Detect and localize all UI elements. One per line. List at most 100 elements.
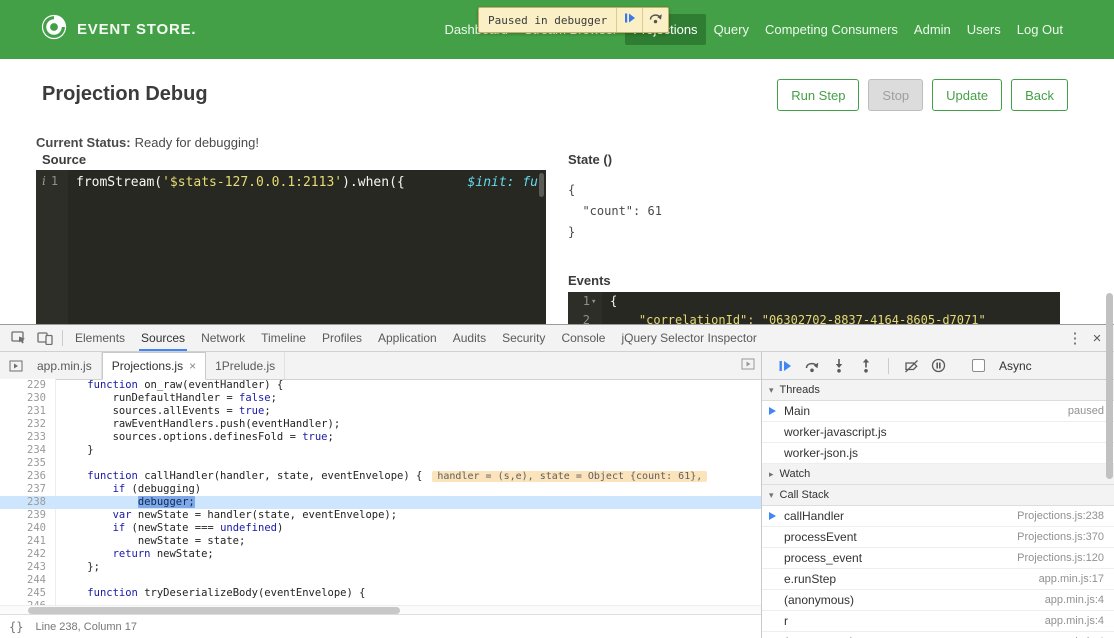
- step-into-button[interactable]: [830, 357, 848, 375]
- devtools-tab-application[interactable]: Application: [370, 325, 445, 351]
- deactivate-breakpoints-button[interactable]: [902, 357, 920, 375]
- file-tab-projections-js[interactable]: Projections.js×: [102, 352, 206, 380]
- code-line: 231 sources.allEvents = true;: [0, 405, 761, 418]
- devtools-tab-profiles[interactable]: Profiles: [314, 325, 370, 351]
- devtools-menu-icon[interactable]: ⋮: [1064, 329, 1086, 347]
- callstack-row-process-event[interactable]: process_eventProjections.js:120: [762, 548, 1114, 569]
- line-number[interactable]: 245: [0, 587, 56, 600]
- async-checkbox[interactable]: [972, 359, 985, 372]
- file-tab-1prelude-js[interactable]: 1Prelude.js: [206, 352, 285, 379]
- threads-pane-header[interactable]: ▾Threads: [762, 380, 1114, 401]
- source-code-area[interactable]: 229 function on_raw(eventHandler) {230 r…: [0, 379, 761, 615]
- inspect-element-icon[interactable]: [6, 327, 32, 349]
- preview-pane-icon[interactable]: [741, 358, 755, 373]
- paused-in-debugger-badge: Paused in debugger: [478, 7, 669, 33]
- resume-button[interactable]: [776, 357, 794, 375]
- nav-item-users[interactable]: Users: [959, 14, 1009, 45]
- line-number[interactable]: 231: [0, 405, 56, 418]
- state-section-label: State (): [568, 152, 612, 167]
- thread-row-worker-json-js[interactable]: worker-json.js: [762, 443, 1114, 464]
- thread-row-worker-javascript-js[interactable]: worker-javascript.js: [762, 422, 1114, 443]
- callstack-row-e-runstep[interactable]: e.runStepapp.min.js:17: [762, 569, 1114, 590]
- paused-statement: debugger;: [138, 496, 195, 508]
- devtools-tab-timeline[interactable]: Timeline: [253, 325, 314, 351]
- fold-arrow-icon[interactable]: ▾: [591, 293, 596, 312]
- line-number[interactable]: 240: [0, 522, 56, 535]
- scrollbar-thumb[interactable]: [28, 607, 400, 614]
- pause-on-exceptions-button[interactable]: [929, 357, 947, 375]
- devtools-tab-jquery-selector-inspector[interactable]: jQuery Selector Inspector: [613, 325, 764, 351]
- code-line: 235: [0, 457, 761, 470]
- line-number[interactable]: 233: [0, 431, 56, 444]
- update-button[interactable]: Update: [932, 79, 1002, 111]
- thread-row-main[interactable]: Mainpaused: [762, 401, 1114, 422]
- devtools-tab-elements[interactable]: Elements: [67, 325, 133, 351]
- code-text: [56, 457, 761, 470]
- line-number[interactable]: 230: [0, 392, 56, 405]
- events-line-number: 1: [568, 292, 590, 311]
- line-number[interactable]: 241: [0, 535, 56, 548]
- nav-item-log-out[interactable]: Log Out: [1009, 14, 1071, 45]
- disclosure-triangle-icon: ▸: [769, 469, 774, 480]
- line-number[interactable]: 242: [0, 548, 56, 561]
- line-number[interactable]: 243: [0, 561, 56, 574]
- eventstore-logo[interactable]: EVENT STORE.: [40, 13, 196, 46]
- device-toolbar-icon[interactable]: [32, 327, 58, 349]
- step-out-button[interactable]: [857, 357, 875, 375]
- source-editor-scrollbar[interactable]: [539, 173, 544, 197]
- run-step-button[interactable]: Run Step: [777, 79, 859, 111]
- event-store-app: EVENT STORE. DashboardStream BrowserProj…: [0, 0, 1114, 638]
- callstack-row-anonymous[interactable]: (anonymous)app.min.js:4: [762, 632, 1114, 638]
- events-editor[interactable]: 1▾{2 "correlationId": "06302702-8837-416…: [568, 292, 1060, 324]
- line-number[interactable]: 237: [0, 483, 56, 496]
- pretty-print-icon[interactable]: {}: [9, 620, 23, 634]
- thread-name: worker-json.js: [784, 446, 858, 460]
- line-number[interactable]: 239: [0, 509, 56, 522]
- frame-location: app.min.js:4: [1045, 615, 1104, 627]
- close-tab-icon[interactable]: ×: [189, 359, 196, 373]
- source-editor[interactable]: i 1 fromStream('$stats-127.0.0.1:2113').…: [36, 170, 546, 324]
- callstack-row-processevent[interactable]: processEventProjections.js:370: [762, 527, 1114, 548]
- code-line: 239 var newState = handler(state, eventE…: [0, 509, 761, 522]
- devtools-panel: ElementsSourcesNetworkTimelineProfilesAp…: [0, 324, 1114, 638]
- callstack-row-anonymous[interactable]: (anonymous)app.min.js:4: [762, 590, 1114, 611]
- navigator-toggle-icon[interactable]: [4, 352, 28, 379]
- devtools-tab-sources[interactable]: Sources: [133, 325, 193, 351]
- toolbar-separator: [62, 330, 63, 346]
- line-number[interactable]: 236: [0, 470, 56, 483]
- nav-item-admin[interactable]: Admin: [906, 14, 959, 45]
- devtools-tab-security[interactable]: Security: [494, 325, 553, 351]
- step-over-button[interactable]: [803, 357, 821, 375]
- frame-function: (anonymous): [784, 593, 854, 607]
- frame-location: Projections.js:238: [1017, 510, 1104, 522]
- code-line: 245 function tryDeserializeBody(eventEnv…: [0, 587, 761, 600]
- devtools-close-icon[interactable]: ×: [1086, 330, 1108, 347]
- eventstore-logo-icon: [40, 13, 68, 46]
- line-number[interactable]: 238: [0, 496, 56, 509]
- badge-resume-button[interactable]: [616, 8, 642, 32]
- callstack-pane-header[interactable]: ▾Call Stack: [762, 485, 1114, 506]
- devtools-tab-network[interactable]: Network: [193, 325, 253, 351]
- code-text: sources.options.definesFold = true;: [56, 431, 761, 444]
- devtools-tab-console[interactable]: Console: [553, 325, 613, 351]
- badge-step-over-button[interactable]: [642, 8, 668, 32]
- devtools-tab-audits[interactable]: Audits: [445, 325, 494, 351]
- callstack-row-r[interactable]: rapp.min.js:4: [762, 611, 1114, 632]
- line-number[interactable]: 232: [0, 418, 56, 431]
- resume-icon: [624, 11, 636, 29]
- code-text: sources.allEvents = true;: [56, 405, 761, 418]
- callstack-row-callhandler[interactable]: callHandlerProjections.js:238: [762, 506, 1114, 527]
- page-scrollbar[interactable]: [1106, 293, 1113, 479]
- line-number[interactable]: 244: [0, 574, 56, 587]
- back-button[interactable]: Back: [1011, 79, 1068, 111]
- thread-status: paused: [1068, 405, 1104, 417]
- code-line: 230 runDefaultHandler = false;: [0, 392, 761, 405]
- line-number[interactable]: 229: [0, 379, 56, 392]
- nav-item-query[interactable]: Query: [706, 14, 757, 45]
- line-number[interactable]: 235: [0, 457, 56, 470]
- toolbar-separator: [888, 358, 889, 374]
- file-tab-app-min-js[interactable]: app.min.js: [28, 352, 102, 379]
- watch-pane-header[interactable]: ▸Watch: [762, 464, 1114, 485]
- nav-item-competing-consumers[interactable]: Competing Consumers: [757, 14, 906, 45]
- line-number[interactable]: 234: [0, 444, 56, 457]
